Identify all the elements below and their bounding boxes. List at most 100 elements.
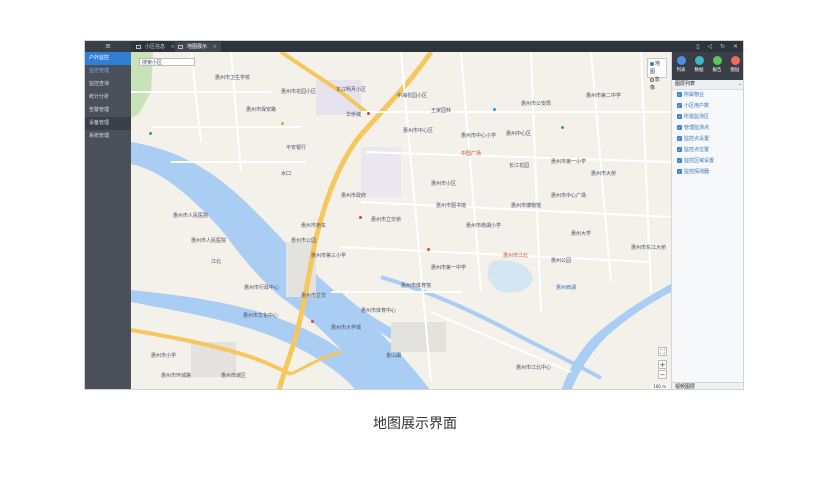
map-type-switcher[interactable]: 地图 影像 [647,58,667,91]
layer-list-header[interactable]: 图层列表 ⌄ [672,80,743,90]
map-label[interactable]: 中海花园小区 [397,92,427,99]
map-label[interactable]: 惠州市小学 [151,352,176,359]
map-label[interactable]: 王家园林 [431,107,451,114]
map-label[interactable]: 华侨城 [346,111,361,118]
map-label[interactable]: 惠州市立交桥 [371,216,401,223]
menu-toggle-icon[interactable]: ≡ [85,41,131,52]
report-button[interactable]: 报告 [710,56,724,73]
map-label[interactable]: 惠州市博物馆 [511,202,541,209]
map-label[interactable]: 惠州市文化中心 [243,312,278,319]
checkbox-checked-icon[interactable]: ✓ [677,114,682,119]
map-label[interactable]: 惠州市体育馆 [401,282,431,289]
window-control-icons[interactable]: ▯ ◁ ↻ ✕ [696,41,741,52]
map-label[interactable]: 惠州市公安局 [521,100,551,107]
list-button[interactable]: 列表 [674,56,688,73]
map-label[interactable]: 惠州市体育中心 [361,307,396,314]
map-marker-icon[interactable] [149,132,152,135]
layer-button[interactable]: 图层 [728,56,742,73]
layer-item[interactable]: ✓ 监控点位置 [672,145,743,156]
sidebar-item-system-management[interactable]: 系统管理 [85,130,131,143]
sidebar-item-statistics[interactable]: 统计分析 [85,91,131,104]
checkbox-checked-icon[interactable]: ✓ [677,136,682,141]
map-label[interactable]: 惠州市公园 [291,237,316,244]
map-label[interactable]: 中国广场 [461,150,481,157]
map-label[interactable]: 惠州大学 [571,230,591,237]
map-label[interactable]: 惠州市江北中心 [516,364,551,371]
map-marker-icon[interactable] [427,248,430,251]
map-label[interactable]: 惠州西湖 [556,284,576,291]
map-label[interactable]: 长江花园 [509,162,529,169]
map-label[interactable]: 惠州市城区 [221,372,246,379]
zoom-in-button[interactable]: + [658,360,667,369]
layer-item[interactable]: ✓ 监控点设置 [672,134,743,145]
tab-community-info[interactable]: 小区信息 × [133,42,179,52]
sidebar-item-alarm-management[interactable]: 告警管理 [85,104,131,117]
layer-item[interactable]: ✓ 小区用户数 [672,101,743,112]
checkbox-checked-icon[interactable]: ✓ [677,92,682,97]
map-type-option-map[interactable]: 地图 [650,60,664,76]
map-label[interactable]: 金山湖 [386,352,401,359]
tab-close-icon[interactable]: × [213,44,217,50]
data-button[interactable]: 数据 [692,56,706,73]
sidebar-item-outdoor-monitoring[interactable]: 户外监控 [85,52,131,65]
map-label[interactable]: 惠州市中心广场 [551,192,586,199]
map-label[interactable]: 惠州市第一小学 [551,158,586,165]
map-marker-icon[interactable] [281,122,284,125]
sidebar-item-monitoring-management[interactable]: 监控管理 [85,65,131,78]
map-label[interactable]: 惠州市中心区 [403,127,433,134]
map-label[interactable]: 惠州市环城路 [161,372,191,379]
map-label[interactable]: 惠州市第一中学 [431,264,466,271]
map-label[interactable]: 江北 [211,258,221,265]
sidebar-item-monitoring-query[interactable]: 监控查询 [85,78,131,91]
layer-item[interactable]: ✓ 监控探测器 [672,167,743,178]
map-marker-icon[interactable] [359,216,362,219]
map-label[interactable]: 惠州市花园小区 [281,88,316,95]
tab-map-display[interactable]: 地图展示 × [175,42,221,52]
layer-item[interactable]: ✓ 管理监测点 [672,123,743,134]
tab-bar: 小区信息 × 地图展示 × ▯ ◁ ↻ ✕ [131,41,743,52]
map-label[interactable]: 东江明月小区 [336,86,366,93]
search-input[interactable]: 搜索小区 [139,58,195,66]
map-label[interactable]: 惠州市人民医院 [191,237,226,244]
layer-item[interactable]: ✓ 所需监测区 [672,112,743,123]
checkbox-checked-icon[interactable]: ✓ [677,169,682,174]
map-label[interactable]: 惠州市卫生学校 [215,74,250,81]
map-label[interactable]: 惠州市大桥 [591,170,616,177]
map-label[interactable]: 惠州市大学城 [331,324,361,331]
map-label[interactable]: 惠州市第三小学 [311,252,346,259]
map-label[interactable]: 水口 [281,170,291,177]
map-label[interactable]: 惠州市图书馆 [436,202,466,209]
map-marker-icon[interactable] [311,320,314,323]
map-type-option-satellite[interactable]: 影像 [650,76,664,92]
map-label[interactable]: 惠州市政府 [341,192,366,199]
map-label[interactable]: 惠州市中心小学 [461,132,496,139]
map-view[interactable]: 搜索小区 地图 影像 ⛶ + − 100 m 惠州市卫生学校 惠州市花园小区 东… [131,52,671,389]
checkbox-checked-icon[interactable]: ✓ [677,158,682,163]
video-layer-header[interactable]: 视频图层 [672,382,743,389]
map-label[interactable]: 惠州市立交 [301,292,326,299]
map-label[interactable]: 惠州市保安路 [246,106,276,113]
map-label[interactable]: 惠州市小区 [431,180,456,187]
map-marker-icon[interactable] [493,108,496,111]
map-label[interactable]: 惠州市江北 [503,252,528,259]
map-label[interactable]: 惠州市第二中学 [586,92,621,99]
map-label[interactable]: 惠州市人民医院 [173,212,208,219]
checkbox-checked-icon[interactable]: ✓ [677,147,682,152]
layer-item[interactable]: ✓ 所属物业 [672,90,743,101]
map-label[interactable]: 惠州市行政中心 [244,284,279,291]
map-label[interactable]: 惠州市南湖小学 [466,222,501,229]
tab-page-icon [178,45,183,49]
map-marker-icon[interactable] [367,112,370,115]
checkbox-checked-icon[interactable]: ✓ [677,125,682,130]
sidebar-item-device-management[interactable]: 设备管理 [85,117,131,130]
map-label[interactable]: 惠州公园 [551,257,571,264]
map-marker-icon[interactable] [561,126,564,129]
layer-item[interactable]: ✓ 监控区域设置 [672,156,743,167]
fullscreen-button[interactable]: ⛶ [658,347,667,356]
checkbox-checked-icon[interactable]: ✓ [677,103,682,108]
zoom-out-button[interactable]: − [658,370,667,379]
map-label[interactable]: 平安银行 [286,144,306,151]
map-label[interactable]: 惠州中心区 [506,130,531,137]
map-label[interactable]: 惠州市桥东 [301,222,326,229]
map-label[interactable]: 惠州市东江大桥 [631,244,666,251]
